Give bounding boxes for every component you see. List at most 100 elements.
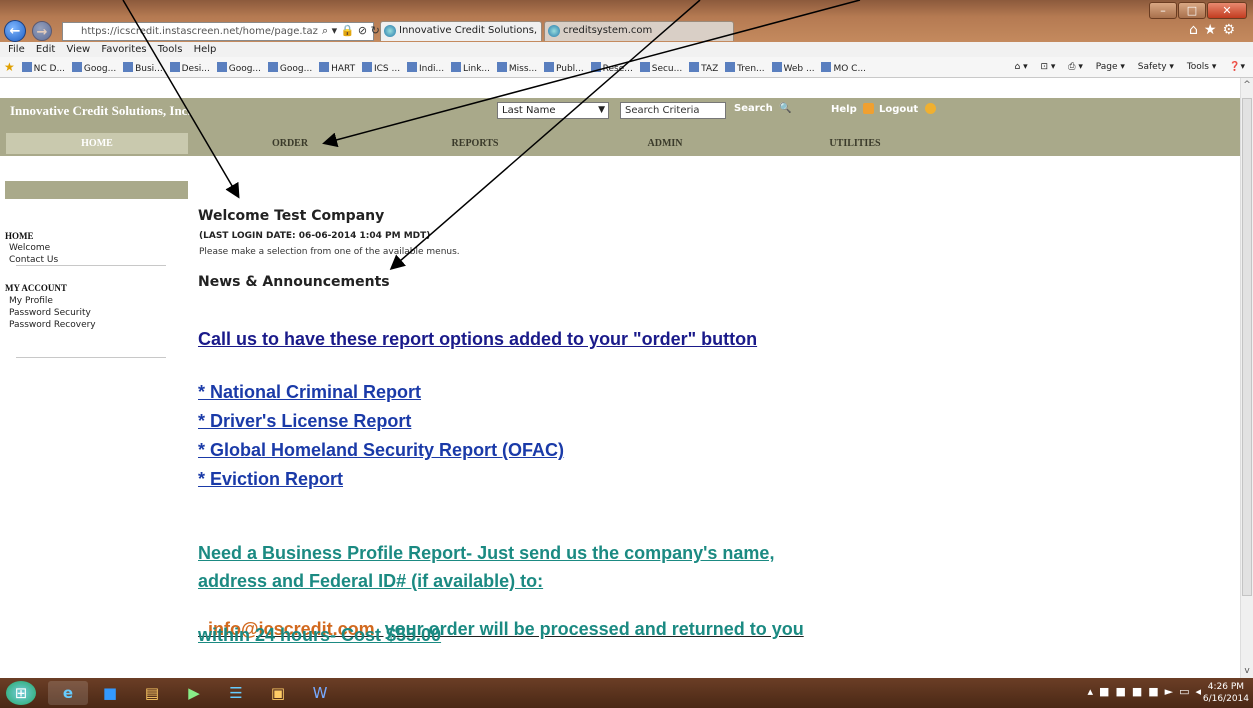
site-icon (689, 62, 700, 72)
favorite-link[interactable]: Desi... (169, 59, 210, 77)
outlook-icon[interactable]: ☰ (216, 681, 256, 705)
nav-admin[interactable]: ADMIN (615, 133, 715, 154)
address-tools: ⌕ ▾ 🔒 ⊘ ↻ (322, 22, 380, 39)
welcome-heading: Welcome Test Company (198, 208, 385, 224)
browser-title-bar: – □ ✕ ← → https://icscredit.instascreen.… (0, 0, 1253, 42)
favorite-link[interactable]: Busi... (123, 59, 163, 77)
menu-edit[interactable]: Edit (36, 44, 55, 55)
start-icon[interactable]: ⊞ (6, 681, 36, 705)
lock-icon[interactable]: 🔒 (341, 24, 355, 37)
forward-icon[interactable]: → (32, 21, 52, 41)
tab-innovative[interactable]: Innovative Credit Solutions, ... × (380, 21, 542, 41)
sidebar-item-my-profile[interactable]: My Profile (9, 296, 53, 306)
site-icon (216, 62, 227, 72)
sidebar-item-welcome[interactable]: Welcome (9, 243, 50, 253)
report-national-criminal[interactable]: * National Criminal Report (198, 382, 421, 403)
sidebar-item-password-security[interactable]: Password Security (9, 308, 91, 318)
gear-icon[interactable]: ⚙ (1222, 22, 1241, 38)
browser-nav-row: ← → https://icscredit.instascreen.net/ho… (4, 20, 1249, 42)
business-profile-line-2[interactable]: address and Federal ID# (if available) t… (198, 571, 543, 592)
report-drivers-license[interactable]: * Driver's License Report (198, 411, 411, 432)
report-eviction[interactable]: * Eviction Report (198, 469, 343, 490)
business-profile-line-4[interactable]: within 24 hours- Cost $55.00 (198, 625, 441, 646)
menu-help[interactable]: Help (194, 44, 217, 55)
site-icon (361, 62, 372, 72)
close-icon[interactable]: ✕ (1207, 2, 1247, 19)
menu-favorites[interactable]: Favorites (101, 44, 146, 55)
menu-view[interactable]: View (66, 44, 90, 55)
site-icon (406, 62, 417, 72)
nav-utilities[interactable]: UTILITIES (800, 133, 910, 154)
favorite-link[interactable]: Goog... (267, 59, 312, 77)
tab-label: creditsystem.com (563, 25, 653, 36)
scroll-down-icon[interactable]: v (1241, 666, 1253, 676)
tools-menu[interactable]: Tools ▾ (1187, 62, 1217, 72)
favorite-link[interactable]: Indi... (406, 59, 444, 77)
report-global-homeland[interactable]: * Global Homeland Security Report (OFAC) (198, 440, 564, 461)
favorite-link[interactable]: Link... (451, 59, 490, 77)
search-icon[interactable]: ⌕ ▾ (322, 24, 337, 37)
favorites-star-icon[interactable]: ★ (4, 57, 15, 77)
site-icon (771, 62, 782, 72)
print-icon[interactable]: ⎙ ▾ (1068, 62, 1083, 72)
media-player-icon[interactable]: ▶ (174, 681, 214, 705)
search-input[interactable]: Search Criteria (620, 102, 726, 119)
sidebar-divider (16, 357, 166, 358)
clock[interactable]: 4:26 PM 6/16/2014 (1203, 681, 1249, 705)
ie-page-icon (548, 25, 560, 37)
favorite-link[interactable]: Web ... (771, 59, 815, 77)
site-brand: Innovative Credit Solutions, Inc. (10, 103, 191, 118)
tab-creditsystem[interactable]: creditsystem.com (544, 21, 734, 41)
nav-reports[interactable]: REPORTS (425, 133, 525, 154)
media-center-icon[interactable]: ■ (90, 681, 130, 705)
star-icon[interactable]: ★ (1204, 22, 1223, 38)
file-explorer-icon[interactable]: ▤ (132, 681, 172, 705)
magnifier-icon: 🔍 (779, 103, 792, 114)
rss-icon[interactable]: ⊡ ▾ (1040, 62, 1055, 72)
safety-menu[interactable]: Safety ▾ (1138, 62, 1174, 72)
scroll-up-icon[interactable]: ^ (1241, 80, 1253, 90)
nav-home[interactable]: HOME (6, 133, 188, 154)
stop-icon[interactable]: ⊘ (358, 24, 367, 37)
nav-order[interactable]: ORDER (240, 133, 340, 154)
search-field-select[interactable]: Last Name ▼ (497, 102, 609, 119)
main-nav: HOME ORDER REPORTS ADMIN UTILITIES (0, 133, 1240, 154)
search-button[interactable]: Search 🔍 (734, 103, 792, 114)
sidebar-item-contact-us[interactable]: Contact Us (9, 255, 58, 265)
sidebar-item-password-recovery[interactable]: Password Recovery (9, 320, 96, 330)
favorite-link[interactable]: NC D... (21, 59, 65, 77)
site-icon (267, 62, 278, 72)
logout-button[interactable]: Logout (879, 103, 936, 115)
sidebar-heading-my-account: MY ACCOUNT (5, 283, 67, 293)
home-icon[interactable]: ⌂ ▾ (1015, 62, 1028, 72)
favorite-link[interactable]: Rese... (590, 59, 633, 77)
refresh-icon[interactable]: ↻ (371, 24, 380, 37)
back-icon[interactable]: ← (4, 20, 26, 42)
favorite-link[interactable]: ICS ... (361, 59, 400, 77)
minimize-icon[interactable]: – (1149, 2, 1177, 19)
call-us-link[interactable]: Call us to have these report options add… (198, 329, 757, 350)
favorite-link[interactable]: Miss... (496, 59, 537, 77)
maximize-icon[interactable]: □ (1178, 2, 1206, 19)
system-tray[interactable]: ▴■■■■►▭◂ (1088, 685, 1207, 698)
menu-tools[interactable]: Tools (158, 44, 183, 55)
favorite-link[interactable]: MO C... (821, 59, 866, 77)
home-icon[interactable]: ⌂ (1189, 22, 1204, 38)
favorite-link[interactable]: Secu... (639, 59, 682, 77)
favorite-link[interactable]: Publ... (544, 59, 584, 77)
word-icon[interactable]: W (300, 681, 340, 705)
favorite-link[interactable]: TAZ (689, 59, 718, 77)
favorite-link[interactable]: HART (319, 59, 355, 77)
page-scrollbar[interactable]: ^ v (1240, 78, 1253, 678)
internet-explorer-icon[interactable]: e (48, 681, 88, 705)
favorite-link[interactable]: Tren... (725, 59, 765, 77)
favorite-link[interactable]: Goog... (71, 59, 116, 77)
menu-file[interactable]: File (8, 44, 25, 55)
business-profile-line-1[interactable]: Need a Business Profile Report- Just sen… (198, 543, 774, 564)
help-icon[interactable]: ❓▾ (1229, 62, 1245, 72)
page-menu[interactable]: Page ▾ (1096, 62, 1125, 72)
help-button[interactable]: Help (831, 103, 875, 115)
favorite-link[interactable]: Goog... (216, 59, 261, 77)
folder-icon[interactable]: ▣ (258, 681, 298, 705)
scroll-thumb[interactable] (1242, 98, 1252, 596)
